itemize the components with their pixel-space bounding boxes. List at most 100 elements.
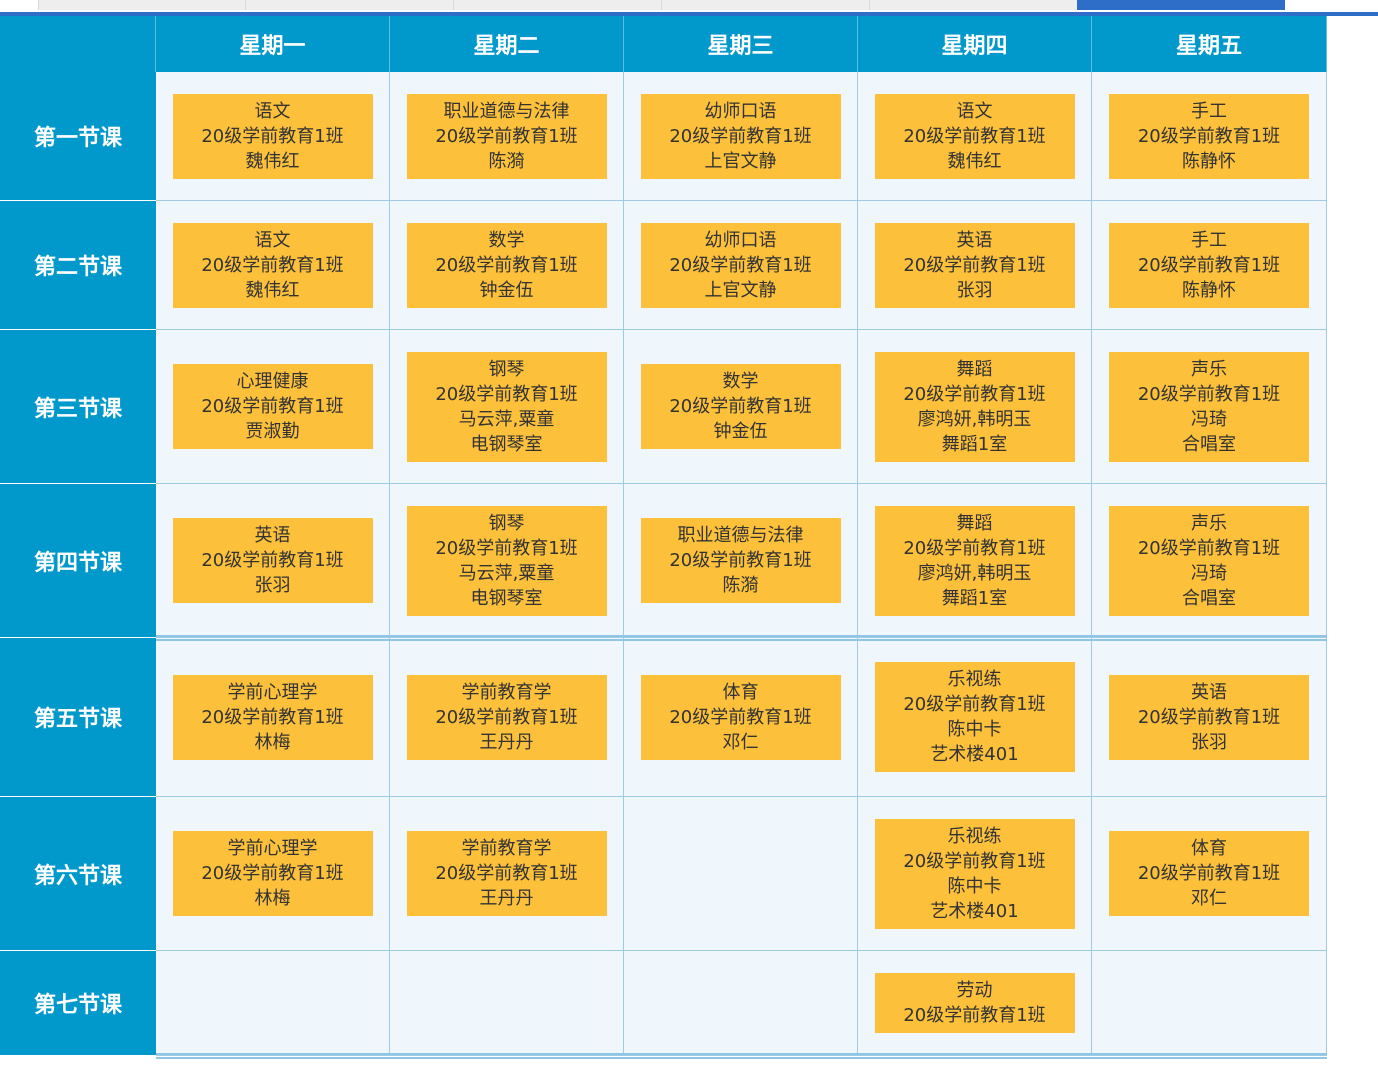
course-name: 数学 <box>488 229 525 251</box>
course-card[interactable]: 声乐 20级学前教育1班 冯琦 合唱室 <box>1109 505 1309 616</box>
course-card[interactable]: 舞蹈 20级学前教育1班 廖鸿妍,韩明玉 舞蹈1室 <box>874 351 1075 462</box>
timetable-slot: 乐视练 20级学前教育1班 陈中卡 艺术楼401 <box>858 797 1092 951</box>
course-card[interactable]: 英语 20级学前教育1班 张羽 <box>874 222 1075 308</box>
tab-4[interactable] <box>661 0 869 10</box>
timetable-slot: 数学 20级学前教育1班 钟金伍 <box>624 330 858 484</box>
timetable-slot: 劳动 20级学前教育1班 <box>858 951 1092 1056</box>
tab-5[interactable] <box>869 0 1077 10</box>
timetable-slot: 幼师口语 20级学前教育1班 上官文静 <box>624 72 858 201</box>
course-card[interactable]: 数学 20级学前教育1班 钟金伍 <box>406 222 607 308</box>
timetable-slot: 数学 20级学前教育1班 钟金伍 <box>390 201 624 330</box>
corner-header <box>0 16 156 72</box>
course-name: 舞蹈 <box>956 358 993 380</box>
timetable-slot: 英语 20级学前教育1班 张羽 <box>1092 638 1327 797</box>
course-card[interactable]: 乐视练 20级学前教育1班 陈中卡 艺术楼401 <box>874 662 1075 772</box>
section-divider <box>156 635 1327 637</box>
course-name: 英语 <box>956 229 993 251</box>
class-name: 20级学前教育1班 <box>435 863 578 884</box>
day-header: 星期一 <box>156 16 390 72</box>
course-name: 学前心理学 <box>227 681 318 703</box>
class-name: 20级学前教育1班 <box>903 1005 1046 1026</box>
class-name: 20级学前教育1班 <box>903 125 1046 147</box>
course-card[interactable]: 体育 20级学前教育1班 邓仁 <box>1109 831 1309 916</box>
room-name: 艺术楼401 <box>930 744 1019 765</box>
section-divider <box>156 1053 1327 1055</box>
course-card[interactable]: 数学 20级学前教育1班 钟金伍 <box>640 364 841 449</box>
course-name: 英语 <box>1191 681 1227 703</box>
teacher-name: 钟金伍 <box>479 279 534 301</box>
class-name: 20级学前教育1班 <box>903 383 1046 405</box>
period-label: 第一节课 <box>33 126 122 151</box>
tab-6-active[interactable] <box>1077 0 1285 10</box>
course-card[interactable]: 体育 20级学前教育1班 邓仁 <box>640 674 841 760</box>
day-header-label: 星期三 <box>707 34 774 59</box>
teacher-name: 陈静怀 <box>1182 279 1236 301</box>
course-card[interactable]: 语文 20级学前教育1班 魏伟红 <box>172 93 373 179</box>
timetable-slot: 语文 20级学前教育1班 魏伟红 <box>156 72 390 201</box>
course-card[interactable]: 职业道德与法律 20级学前教育1班 陈漪 <box>406 93 607 179</box>
class-name: 20级学前教育1班 <box>903 537 1046 559</box>
course-card[interactable]: 心理健康 20级学前教育1班 贾淑勤 <box>172 364 373 449</box>
course-card[interactable]: 舞蹈 20级学前教育1班 廖鸿妍,韩明玉 舞蹈1室 <box>874 505 1075 616</box>
teacher-name: 上官文静 <box>704 279 777 301</box>
course-name: 体育 <box>722 681 759 703</box>
class-name: 20级学前教育1班 <box>1137 537 1281 559</box>
course-card[interactable]: 语文 20级学前教育1班 魏伟红 <box>874 93 1075 179</box>
course-name: 职业道德与法律 <box>677 525 804 546</box>
teacher-name: 张羽 <box>1191 731 1227 753</box>
timetable-slot: 心理健康 20级学前教育1班 贾淑勤 <box>156 330 390 484</box>
period-label: 第五节课 <box>33 707 122 732</box>
course-card[interactable]: 英语 20级学前教育1班 张羽 <box>172 518 373 603</box>
class-name: 20级学前教育1班 <box>903 254 1046 276</box>
tab-2[interactable] <box>245 0 453 10</box>
tab-3[interactable] <box>453 0 661 10</box>
course-name: 手工 <box>1191 100 1227 122</box>
teacher-name: 钟金伍 <box>713 421 768 442</box>
course-card[interactable]: 学前心理学 20级学前教育1班 林梅 <box>172 674 373 760</box>
day-header: 星期二 <box>390 16 624 72</box>
teacher-name: 邓仁 <box>1191 888 1227 909</box>
course-name: 声乐 <box>1191 358 1227 380</box>
timetable-slot: 舞蹈 20级学前教育1班 廖鸿妍,韩明玉 舞蹈1室 <box>858 484 1092 638</box>
class-name: 20级学前教育1班 <box>435 383 578 405</box>
timetable-slot: 体育 20级学前教育1班 邓仁 <box>1092 797 1327 951</box>
class-name: 20级学前教育1班 <box>201 254 344 276</box>
timetable-slot: 钢琴 20级学前教育1班 马云萍,粟童 电钢琴室 <box>390 330 624 484</box>
course-card[interactable]: 钢琴 20级学前教育1班 马云萍,粟童 电钢琴室 <box>406 505 607 616</box>
course-card[interactable]: 英语 20级学前教育1班 张羽 <box>1109 674 1309 760</box>
timetable-slot: 学前教育学 20级学前教育1班 王丹丹 <box>390 638 624 797</box>
course-card[interactable]: 手工 20级学前教育1班 陈静怀 <box>1109 222 1309 308</box>
teacher-name: 林梅 <box>254 888 291 909</box>
teacher-name: 陈漪 <box>488 150 525 172</box>
course-card[interactable]: 幼师口语 20级学前教育1班 上官文静 <box>640 222 841 308</box>
period-label: 第七节课 <box>33 993 122 1018</box>
timetable-slot: 舞蹈 20级学前教育1班 廖鸿妍,韩明玉 舞蹈1室 <box>858 330 1092 484</box>
course-card[interactable]: 学前心理学 20级学前教育1班 林梅 <box>172 831 373 916</box>
timetable-slot <box>156 951 390 1056</box>
class-name: 20级学前教育1班 <box>1137 125 1281 147</box>
timetable-slot <box>624 797 858 951</box>
tab-1[interactable] <box>38 0 245 10</box>
timetable-slot <box>1092 951 1327 1056</box>
course-card[interactable]: 乐视练 20级学前教育1班 陈中卡 艺术楼401 <box>874 818 1075 929</box>
timetable-slot: 乐视练 20级学前教育1班 陈中卡 艺术楼401 <box>858 638 1092 797</box>
course-card[interactable]: 学前教育学 20级学前教育1班 王丹丹 <box>406 674 607 760</box>
timetable-slot: 学前教育学 20级学前教育1班 王丹丹 <box>390 797 624 951</box>
day-header: 星期四 <box>858 16 1092 72</box>
timetable-slot: 学前心理学 20级学前教育1班 林梅 <box>156 797 390 951</box>
timetable-slot <box>390 951 624 1056</box>
course-name: 幼师口语 <box>704 100 777 122</box>
room-name: 电钢琴室 <box>470 433 543 455</box>
course-card[interactable]: 劳动 20级学前教育1班 <box>874 973 1075 1033</box>
course-card[interactable]: 手工 20级学前教育1班 陈静怀 <box>1109 93 1309 179</box>
day-header-label: 星期二 <box>473 34 540 59</box>
course-name: 学前心理学 <box>227 838 318 859</box>
course-card[interactable]: 幼师口语 20级学前教育1班 上官文静 <box>640 93 841 179</box>
course-card[interactable]: 语文 20级学前教育1班 魏伟红 <box>172 222 373 308</box>
period-label: 第四节课 <box>33 550 122 576</box>
course-card[interactable]: 学前教育学 20级学前教育1班 王丹丹 <box>406 831 607 916</box>
course-card[interactable]: 钢琴 20级学前教育1班 马云萍,粟童 电钢琴室 <box>406 351 607 462</box>
teacher-name: 贾淑勤 <box>245 421 300 442</box>
course-card[interactable]: 职业道德与法律 20级学前教育1班 陈漪 <box>640 518 841 603</box>
course-card[interactable]: 声乐 20级学前教育1班 冯琦 合唱室 <box>1109 351 1309 462</box>
